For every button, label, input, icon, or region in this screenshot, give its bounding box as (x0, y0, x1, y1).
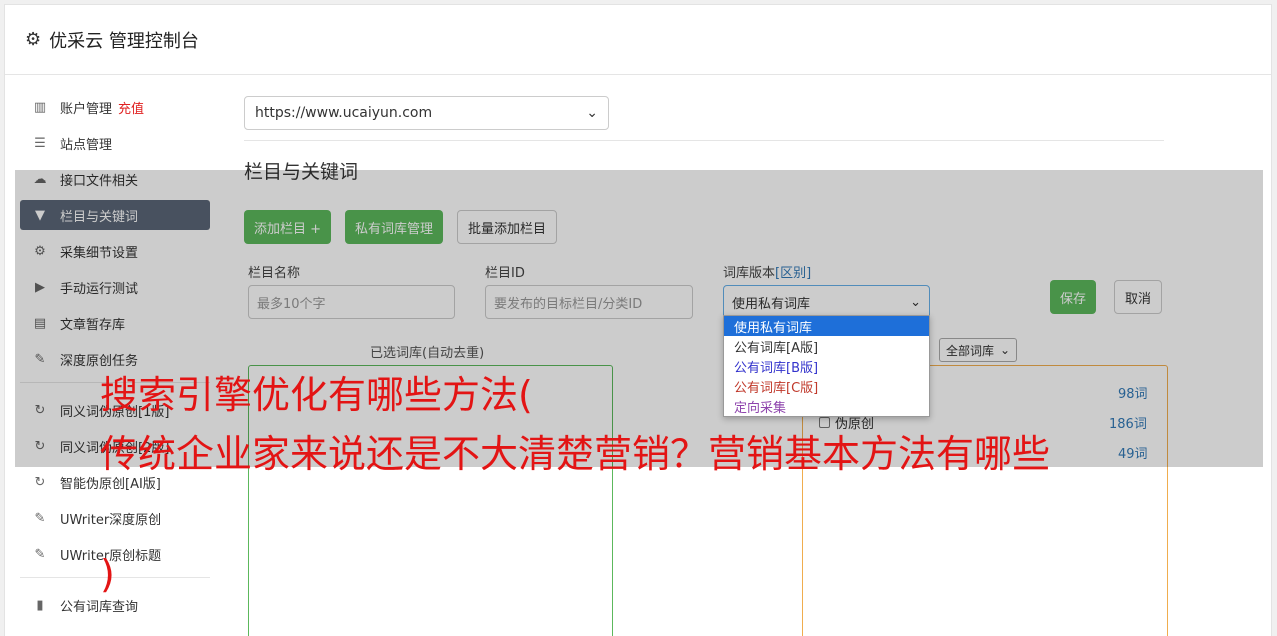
divider (244, 140, 1164, 141)
recharge-link[interactable]: 充值 (118, 98, 144, 117)
sidebar-item-label: UWriter深度原创 (60, 512, 162, 528)
page-header: ⚙ 优采云 管理控制台 (5, 5, 1271, 75)
dropdown-option[interactable]: 公有词库[A版] (724, 336, 929, 356)
bar-chart-icon: ▥ (33, 99, 47, 115)
site-select-value: https://www.ucaiyun.com (255, 105, 433, 121)
sidebar-item-label: 站点管理 (60, 137, 113, 153)
dropdown-option[interactable]: 使用私有词库 (724, 316, 929, 336)
server-icon: ☰ (34, 135, 46, 151)
gear-icon: ⚙ (25, 29, 42, 50)
site-select[interactable]: https://www.ucaiyun.com ⌄ (244, 96, 609, 130)
page-title: 优采云 管理控制台 (49, 30, 199, 52)
sidebar-item-label: 公有词库查询 (60, 599, 139, 615)
edit-icon: ✎ (34, 546, 46, 562)
lib-version-dropdown[interactable]: 使用私有词库 公有词库[A版] 公有词库[B版] 公有词库[C版] 定向采集 (723, 315, 930, 417)
sidebar-item-uwriter-title[interactable]: ✎ UWriter原创标题 (20, 539, 210, 569)
edit-icon: ✎ (34, 510, 46, 526)
chevron-down-icon: ⌄ (586, 105, 598, 121)
book-icon: ▮ (36, 597, 44, 613)
sidebar-item-uwriter-deep[interactable]: ✎ UWriter深度原创 (20, 503, 210, 533)
sidebar-item-sites[interactable]: ☰ 站点管理 (20, 128, 210, 158)
overlay-caption-line3: ) (100, 552, 115, 596)
sidebar-item-label: 账户管理 (60, 101, 113, 117)
dropdown-option[interactable]: 定向采集 (724, 396, 929, 416)
overlay-caption-line2: 传统企业家来说还是不大清楚营销？营销基本方法有哪些 (100, 432, 1051, 476)
dropdown-option[interactable]: 公有词库[C版] (724, 376, 929, 396)
refresh-icon: ↻ (34, 474, 46, 490)
sidebar-divider (20, 577, 210, 578)
modal-overlay (15, 170, 1263, 467)
dropdown-option[interactable]: 公有词库[B版] (724, 356, 929, 376)
sidebar-item-account[interactable]: ▥ 账户管理 充值 (20, 92, 210, 122)
overlay-caption-line1: 搜索引擎优化有哪些方法( (100, 373, 533, 417)
sidebar-item-public-lib[interactable]: ▮ 公有词库查询 (20, 590, 210, 620)
